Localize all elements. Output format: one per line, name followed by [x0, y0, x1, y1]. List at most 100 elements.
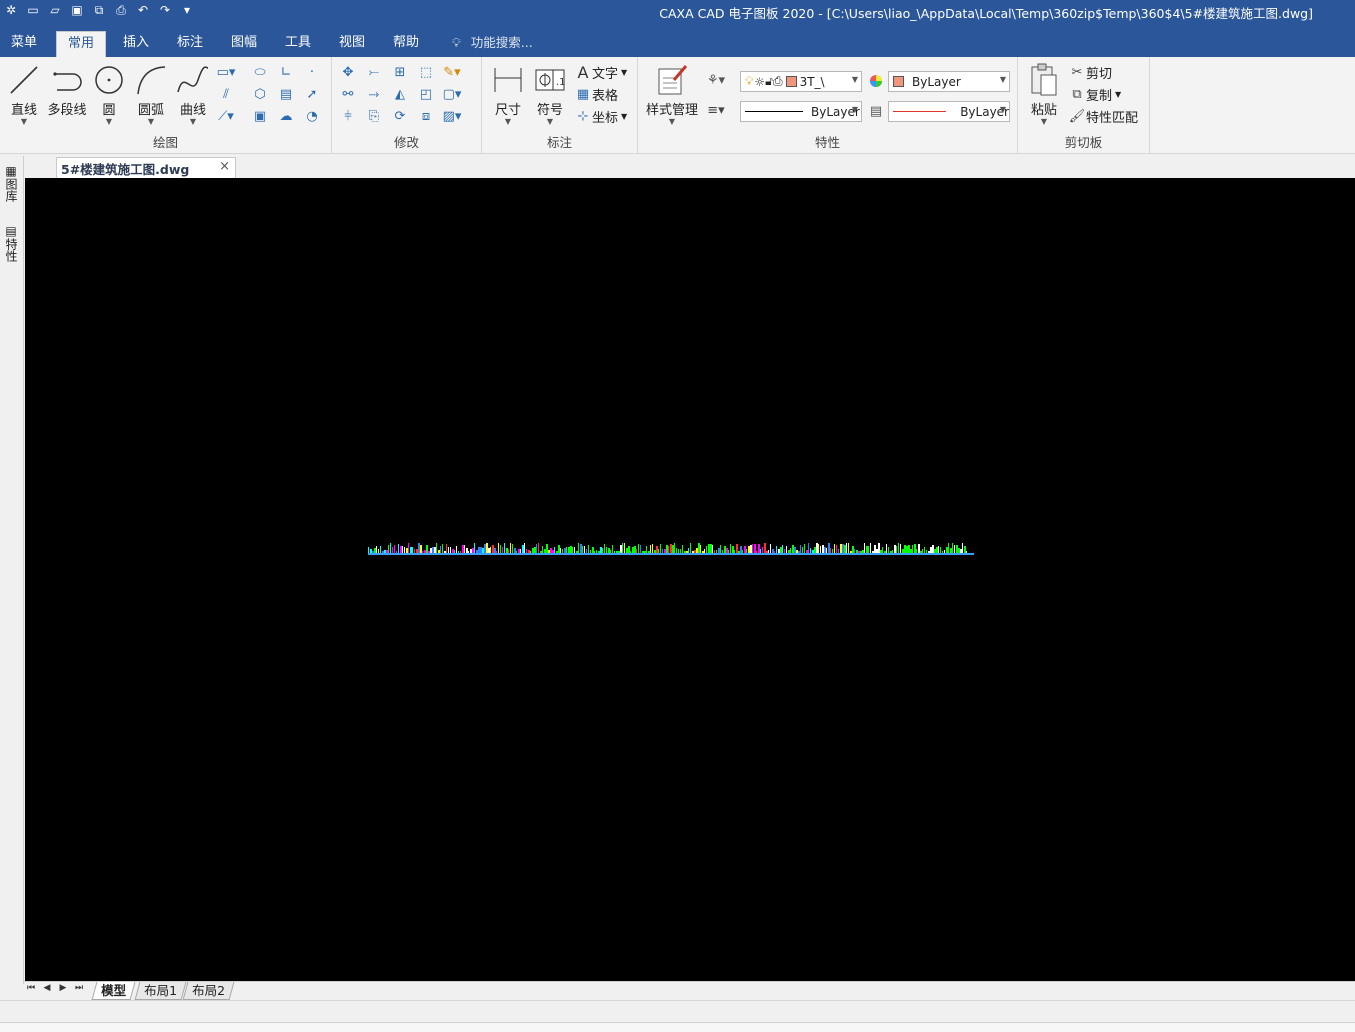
color-select[interactable]: ByLayer ▼	[888, 71, 1010, 92]
layer-tools-icon[interactable]: ⚘▾	[706, 71, 726, 89]
tab-home[interactable]: 常用	[56, 31, 107, 57]
lineweight-icon[interactable]: ≡▾	[706, 101, 726, 119]
drawing-canvas[interactable]	[25, 178, 1355, 981]
stretch-icon[interactable]: ⬚	[416, 63, 436, 81]
symbol-button[interactable]: .1 符号 ▼	[532, 63, 568, 126]
drawing-fragment	[740, 546, 742, 554]
edit-icon[interactable]: ▨▾	[442, 107, 462, 125]
drawing-fragment	[844, 545, 846, 554]
array-icon[interactable]: ⊞	[390, 63, 410, 81]
drawing-fragment	[936, 547, 938, 554]
document-tab-title: 5#楼建筑施工图.dwg	[61, 161, 190, 177]
drawing-fragment	[878, 543, 880, 554]
first-layout-icon[interactable]: ⏮	[24, 983, 38, 993]
drawing-fragment	[558, 545, 560, 554]
curve-button[interactable]: 曲线 ▼	[174, 63, 212, 126]
layout-tab-2[interactable]: 布局2	[182, 982, 235, 1000]
feature-search[interactable]: 💡︎ 功能搜索...	[452, 31, 533, 57]
copy-object-icon[interactable]: ⚯	[338, 85, 358, 103]
fillet-icon[interactable]: ⧈	[416, 107, 436, 125]
last-layout-icon[interactable]: ⏭	[72, 983, 86, 993]
tab-annotate[interactable]: 标注	[166, 31, 214, 57]
cut-button[interactable]: ✂ 剪切	[1068, 62, 1112, 82]
next-layout-icon[interactable]: ▶	[56, 983, 70, 993]
paste-button[interactable]: 粘贴 ▼	[1026, 63, 1062, 126]
dimension-button[interactable]: 尺寸 ▼	[490, 63, 526, 126]
match-properties-button[interactable]: 🖌︎ 特性匹配	[1068, 106, 1138, 126]
paste-icon	[1026, 63, 1062, 97]
layout-tab-1[interactable]: 布局1	[134, 982, 187, 1000]
drawing-fragment	[442, 544, 443, 554]
tab-help[interactable]: 帮助	[382, 31, 430, 57]
drawing-fragment	[930, 547, 932, 554]
tab-sheet[interactable]: 图幅	[220, 31, 268, 57]
drawing-fragment	[456, 546, 457, 554]
region-icon[interactable]: ▣	[250, 107, 270, 125]
drawing-fragment	[792, 545, 794, 554]
polyline-label: 多段线	[47, 103, 87, 118]
fill-icon[interactable]: ◔	[302, 107, 322, 125]
hatch-icon[interactable]: ▤	[276, 85, 296, 103]
drawing-fragment	[952, 543, 953, 554]
lineweight-select[interactable]: ByLayer ▼	[888, 101, 1010, 122]
copy-button[interactable]: ⧉ 复制 ▼	[1068, 84, 1121, 104]
properties-panel-tab[interactable]: ▤特性	[4, 224, 20, 262]
line-button[interactable]: 直线 ▼	[6, 63, 42, 126]
open-file-icon[interactable]: ▱	[44, 0, 66, 20]
app-logo-icon[interactable]: ✲	[0, 0, 22, 20]
print-icon[interactable]: ⎙	[110, 0, 132, 20]
arc-button[interactable]: 圆弧 ▼	[132, 63, 170, 126]
tab-tools[interactable]: 工具	[274, 31, 322, 57]
linetype-select[interactable]: ByLayer ▼	[740, 101, 862, 122]
redo-icon[interactable]: ↷	[154, 0, 176, 20]
close-icon[interactable]: ×	[219, 159, 230, 174]
tab-insert[interactable]: 插入	[112, 31, 160, 57]
chamfer-icon[interactable]: ∟	[276, 63, 296, 81]
table-button[interactable]: ▦ 表格	[574, 84, 618, 104]
coordinate-icon: ⊹	[577, 108, 589, 124]
layout-tab-model[interactable]: 模型	[91, 982, 136, 1000]
drawing-fragment	[660, 544, 661, 554]
library-panel-tab[interactable]: ▦图库	[4, 164, 20, 202]
document-tab[interactable]: 5#楼建筑施工图.dwg ×	[56, 157, 236, 178]
linetype-scale-icon[interactable]: ▤	[866, 102, 886, 120]
arrow-icon[interactable]: ➚	[302, 85, 322, 103]
color-wheel-icon[interactable]	[866, 72, 886, 90]
tab-view[interactable]: 视图	[328, 31, 376, 57]
text-button[interactable]: A 文字 ▼	[574, 62, 628, 82]
move-icon[interactable]: ✥	[338, 63, 358, 81]
layer-select[interactable]: 💡︎ ☼ 🔓︎ ⎙ 3T_\ ▼	[740, 71, 862, 92]
polyline-button[interactable]: 多段线	[45, 63, 89, 118]
break-icon[interactable]: ⎘	[364, 107, 384, 125]
customize-icon[interactable]: ▾	[176, 0, 198, 20]
cloud-icon[interactable]: ☁︎	[276, 107, 296, 125]
drawing-fragment	[914, 544, 916, 554]
lightbulb-icon: 💡︎	[452, 35, 461, 50]
parallel-line-icon[interactable]: ⫽	[216, 85, 236, 103]
undo-icon[interactable]: ↶	[132, 0, 154, 20]
save-icon[interactable]: ▣	[66, 0, 88, 20]
rectangle-icon[interactable]: ▭▾	[216, 63, 236, 81]
explode-icon[interactable]: ▢▾	[442, 85, 462, 103]
tab-menu[interactable]: 菜单	[0, 31, 48, 57]
new-file-icon[interactable]: ▭	[22, 0, 44, 20]
coordinate-button[interactable]: ⊹ 坐标 ▼	[574, 106, 628, 126]
prev-layout-icon[interactable]: ◀	[40, 983, 54, 993]
polygon-icon[interactable]: ⬡	[250, 85, 270, 103]
offset-icon[interactable]: ⫩	[338, 107, 358, 125]
point-icon[interactable]: ·	[302, 63, 322, 81]
properties-label: 特性	[4, 238, 18, 262]
circle-button[interactable]: 圆 ▼	[92, 63, 126, 126]
centerline-icon[interactable]: ⟋▾	[216, 107, 236, 125]
ellipse-icon[interactable]: ⬭	[250, 63, 270, 81]
symbol-label: 符号	[536, 103, 563, 118]
extend-icon[interactable]: ⤑	[364, 85, 384, 103]
trim-icon[interactable]: ⤚	[364, 63, 384, 81]
drawing-fragment	[754, 544, 756, 554]
mirror-icon[interactable]: ◭	[390, 85, 410, 103]
command-line[interactable]	[0, 1022, 1355, 1032]
save-all-icon[interactable]: ⧉	[88, 0, 110, 20]
rotate-icon[interactable]: ⟳	[390, 107, 410, 125]
scale-icon[interactable]: ◰	[416, 85, 436, 103]
eraser-icon[interactable]: ✎▾	[442, 63, 462, 81]
